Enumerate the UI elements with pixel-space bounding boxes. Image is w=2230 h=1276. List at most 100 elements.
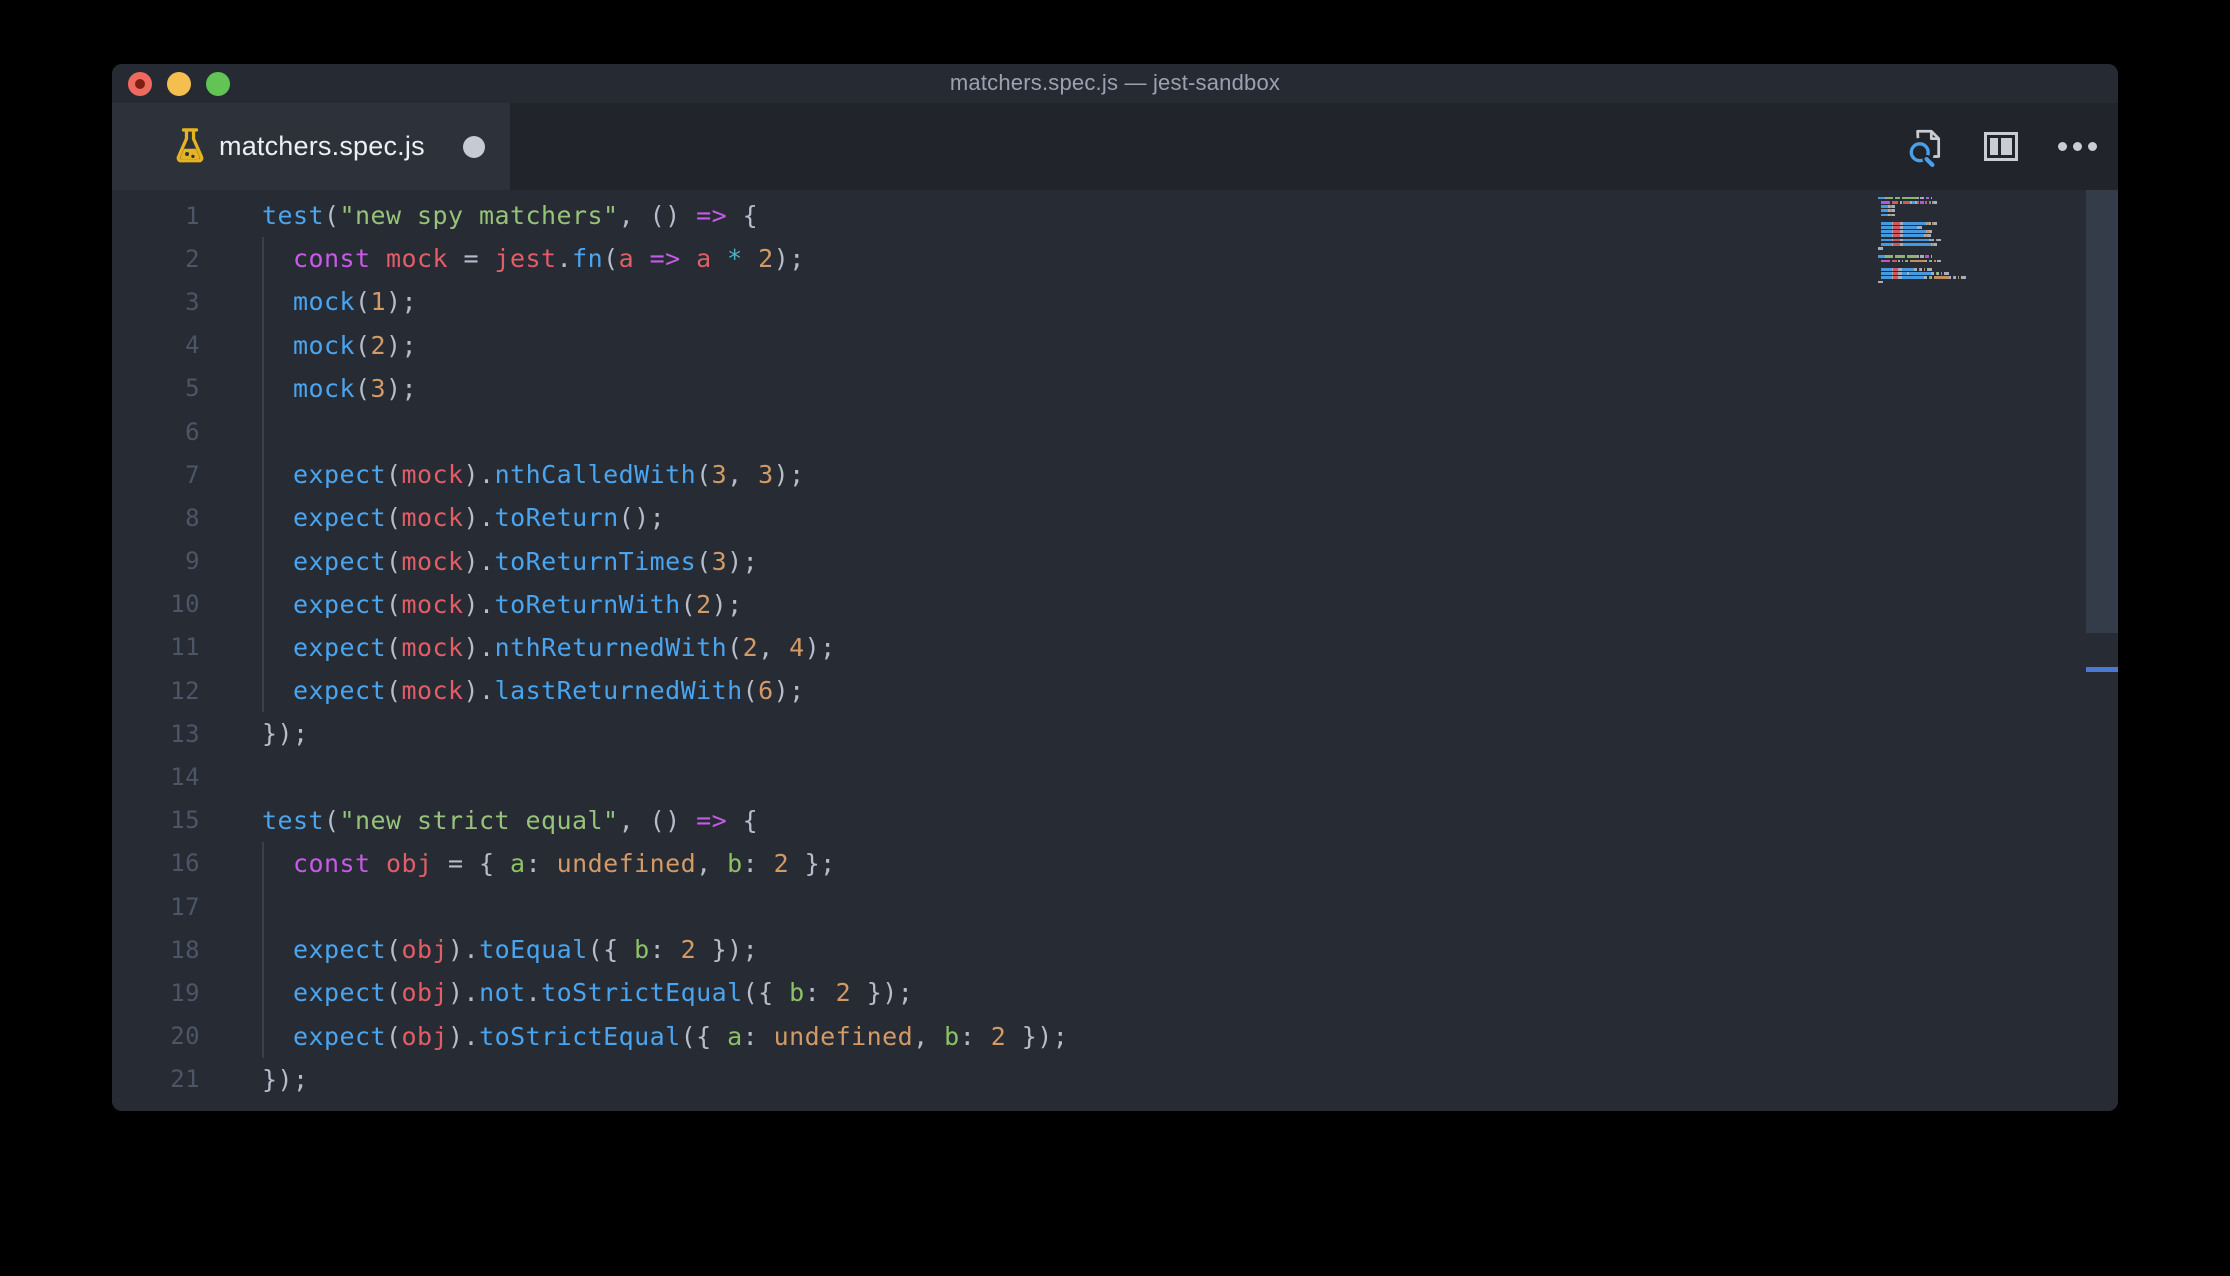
token-p: . [556, 244, 573, 274]
line-number[interactable]: 21 [112, 1065, 200, 1093]
code-line[interactable]: 10 expect(mock).toReturnWith(2); [112, 582, 2118, 626]
code-line[interactable]: 17 [112, 885, 2118, 929]
token-n: 2 [696, 589, 712, 619]
line-number[interactable]: 10 [112, 590, 200, 618]
token-p: : [649, 935, 681, 965]
minimap-seg [1933, 221, 1938, 225]
code-line[interactable]: 21}); [112, 1058, 2118, 1101]
token-n: 2 [990, 1021, 1007, 1051]
token-fn: mock [293, 330, 356, 360]
titlebar[interactable]: matchers.spec.js — jest-sandbox [112, 64, 2118, 103]
code-line[interactable]: 16 const obj = { a: undefined, b: 2 }; [112, 841, 2118, 885]
close-button[interactable] [128, 72, 152, 96]
modified-dot-icon[interactable] [463, 135, 485, 158]
line-number[interactable]: 2 [112, 245, 200, 273]
minimap-seg [1881, 209, 1889, 212]
token-p: ); [386, 287, 418, 317]
line-number[interactable]: 3 [112, 288, 200, 316]
code-line[interactable]: 8 expect(mock).toReturn(); [112, 496, 2118, 540]
code-text: }); [200, 719, 309, 748]
token-v: obj [401, 1021, 449, 1051]
code-line[interactable]: 19 expect(obj).not.toStrictEqual({ b: 2 }… [112, 971, 2118, 1015]
line-number[interactable]: 8 [112, 504, 200, 532]
minimap-seg [1891, 205, 1895, 208]
token-s: "new strict equal" [339, 805, 619, 835]
indent-guide [262, 323, 264, 367]
token-fn: expect [293, 589, 387, 619]
minimap-seg [1886, 196, 1894, 200]
minimize-button[interactable] [167, 72, 191, 96]
line-number[interactable]: 18 [112, 936, 200, 964]
maximize-button[interactable] [206, 72, 230, 96]
scrollbar[interactable] [2086, 190, 2118, 1111]
token-v: obj [401, 978, 449, 1008]
line-number[interactable]: 19 [112, 979, 200, 1007]
line-number[interactable]: 16 [112, 849, 200, 877]
line-number[interactable]: 17 [112, 893, 200, 921]
token-p: ( [386, 978, 402, 1008]
token-p: ( [727, 632, 743, 662]
line-number[interactable]: 15 [112, 806, 200, 834]
code-line[interactable]: 13}); [112, 712, 2118, 755]
token-n: 3 [370, 373, 387, 403]
line-number[interactable]: 14 [112, 763, 200, 791]
code-line[interactable]: 12 expect(mock).lastReturnedWith(6); [112, 669, 2118, 713]
line-number[interactable]: 20 [112, 1022, 200, 1050]
window-title: matchers.spec.js — jest-sandbox [949, 69, 1281, 95]
code-line[interactable]: 14 [112, 755, 2118, 798]
code-line[interactable]: 5 mock(3); [112, 366, 2118, 410]
code-editor[interactable]: 1 test("new spy matchers", () => {2 const … [112, 190, 2118, 1111]
code-line[interactable]: 6 [112, 409, 2118, 454]
token-p: , () [618, 201, 697, 231]
code-line[interactable]: 15 test("new strict equal", () => { [112, 799, 2118, 842]
search-file-icon[interactable] [1906, 127, 1944, 167]
line-number[interactable]: 11 [112, 633, 200, 661]
token-p: ). [463, 632, 495, 662]
code-line[interactable]: 2 const mock = jest.fn(a => a * 2); [112, 237, 2118, 281]
line-number[interactable]: 9 [112, 547, 200, 575]
code-line[interactable]: 20 expect(obj).toStrictEqual({ a: undefin… [112, 1014, 2118, 1058]
line-number[interactable]: 12 [112, 677, 200, 705]
token-cy: * [711, 244, 759, 274]
minimap-seg [1903, 234, 1924, 238]
token-p: }); [262, 1064, 309, 1094]
minimap-seg [1881, 276, 1892, 279]
code-line[interactable]: 1 test("new spy matchers", () => { [112, 194, 2118, 237]
split-editor-icon[interactable] [1984, 132, 2018, 161]
minimap-seg [1893, 238, 1901, 242]
token-n: 4 [789, 632, 805, 662]
code-line[interactable]: 11 expect(mock).nthReturnedWith(2, 4); [112, 625, 2118, 670]
token-v: obj [401, 935, 449, 965]
line-number[interactable]: 13 [112, 720, 200, 748]
tab-matchers-spec-js[interactable]: matchers.spec.js [112, 103, 510, 190]
token-v: mock [401, 460, 464, 490]
token-p: ). [463, 589, 495, 619]
more-actions-icon[interactable] [2058, 142, 2097, 151]
token-p: ); [804, 632, 836, 662]
code-line[interactable]: 7 expect(mock).nthCalledWith(3, 3); [112, 453, 2118, 497]
line-number[interactable]: 6 [112, 418, 200, 446]
line-number[interactable]: 5 [112, 374, 200, 402]
minimap[interactable] [1878, 196, 1993, 284]
line-number[interactable]: 7 [112, 461, 200, 489]
scrollbar-thumb[interactable] [2086, 190, 2118, 633]
minimap-seg [1901, 196, 1918, 200]
minimap-seg [1937, 238, 1941, 242]
code-line[interactable]: 18 expect(obj).toEqual({ b: 2 }); [112, 928, 2118, 972]
code-line[interactable]: 9 expect(mock).toReturnTimes(3); [112, 539, 2118, 583]
token-n: 6 [758, 676, 774, 706]
token-p: ( [386, 935, 402, 965]
line-number[interactable]: 1 [112, 202, 200, 230]
line-number[interactable]: 4 [112, 331, 200, 359]
overview-ruler-cursor-marker [2086, 667, 2118, 672]
token-fn: expect [293, 935, 387, 965]
dot [2058, 142, 2067, 151]
token-p: ). [463, 460, 495, 490]
token-p: , [727, 460, 759, 490]
code-line[interactable]: 4 mock(2); [112, 323, 2118, 367]
code-area[interactable]: 1 test("new spy matchers", () => {2 const … [112, 194, 2118, 1101]
token-p: ( [386, 460, 402, 490]
code-line[interactable]: 3 mock(1); [112, 280, 2118, 324]
token-p: ( [355, 330, 371, 360]
token-p: ( [696, 460, 712, 490]
